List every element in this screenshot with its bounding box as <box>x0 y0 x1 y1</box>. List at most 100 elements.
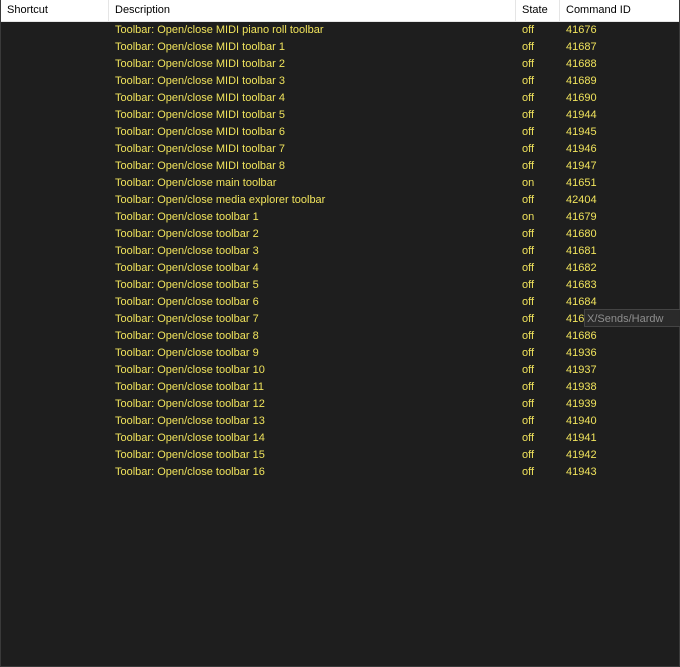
cell-description: Toolbar: Open/close MIDI toolbar 7 <box>115 143 285 155</box>
cell-description: Toolbar: Open/close toolbar 11 <box>115 381 264 393</box>
cell-description: Toolbar: Open/close MIDI toolbar 2 <box>115 58 285 70</box>
cell-description: Toolbar: Open/close MIDI toolbar 8 <box>115 160 285 172</box>
cell-description: Toolbar: Open/close toolbar 15 <box>115 449 265 461</box>
table-row[interactable]: Toolbar: Open/close MIDI toolbar 4 off 416… <box>1 90 679 107</box>
cell-command-id: 41682 <box>566 262 597 274</box>
cell-state: off <box>522 126 535 138</box>
table-row[interactable]: Toolbar: Open/close MIDI piano roll tool… <box>1 22 679 39</box>
table-row[interactable]: Toolbar: Open/close MIDI toolbar 7 off 419… <box>1 141 679 158</box>
column-header-command-id[interactable]: Command ID <box>560 0 679 21</box>
cell-state: off <box>522 313 535 325</box>
table-row[interactable]: Toolbar: Open/close MIDI toolbar 3 off 416… <box>1 73 679 90</box>
cell-state: off <box>522 432 535 444</box>
cell-command-id: 41680 <box>566 228 597 240</box>
table-row[interactable]: Toolbar: Open/close toolbar 9 off 41936 <box>1 345 679 362</box>
table-row[interactable]: Toolbar: Open/close toolbar 6 off 41684 <box>1 294 679 311</box>
column-header-state[interactable]: State <box>516 0 560 21</box>
cell-description: Toolbar: Open/close MIDI toolbar 6 <box>115 126 285 138</box>
cell-state: off <box>522 109 535 121</box>
table-row[interactable]: Toolbar: Open/close media explorer toolb… <box>1 192 679 209</box>
table-row[interactable]: Toolbar: Open/close MIDI toolbar 2 off 416… <box>1 56 679 73</box>
table-row[interactable]: Toolbar: Open/close toolbar 2 off 41680 <box>1 226 679 243</box>
cell-description: Toolbar: Open/close toolbar 4 <box>115 262 259 274</box>
cell-description: Toolbar: Open/close toolbar 2 <box>115 228 259 240</box>
cell-shortcut <box>8 447 108 464</box>
cell-state: off <box>522 160 535 172</box>
cell-state: off <box>522 24 535 36</box>
cell-command-id: 41937 <box>566 364 597 376</box>
cell-state: off <box>522 398 535 410</box>
cell-state: off <box>522 296 535 308</box>
cell-state: off <box>522 58 535 70</box>
table-row[interactable]: Toolbar: Open/close toolbar 3 off 41681 <box>1 243 679 260</box>
table-row[interactable]: Toolbar: Open/close MIDI toolbar 5 off 419… <box>1 107 679 124</box>
cell-description: Toolbar: Open/close MIDI toolbar 4 <box>115 92 285 104</box>
table-row[interactable]: Toolbar: Open/close toolbar 10 off 41937 <box>1 362 679 379</box>
table-row[interactable]: Toolbar: Open/close toolbar 1 on 41679 <box>1 209 679 226</box>
column-header-shortcut[interactable]: Shortcut <box>1 0 109 21</box>
cell-description: Toolbar: Open/close toolbar 14 <box>115 432 265 444</box>
cell-state: off <box>522 143 535 155</box>
sort-ascending-icon: ^ <box>306 0 316 4</box>
cell-shortcut <box>8 192 108 209</box>
cell-description: Toolbar: Open/close MIDI piano roll tool… <box>115 24 324 36</box>
cell-command-id: 41947 <box>566 160 597 172</box>
table-row[interactable]: Toolbar: Open/close toolbar 13 off 41940 <box>1 413 679 430</box>
cell-shortcut <box>8 311 108 328</box>
cell-command-id: 41688 <box>566 58 597 70</box>
table-row[interactable]: Toolbar: Open/close toolbar 7 off 41685 <box>1 311 679 328</box>
cell-command-id: 41944 <box>566 109 597 121</box>
cell-state: off <box>522 415 535 427</box>
table-row[interactable]: Toolbar: Open/close toolbar 16 off 41943 <box>1 464 679 481</box>
table-row[interactable]: Toolbar: Open/close toolbar 15 off 41942 <box>1 447 679 464</box>
cell-state: on <box>522 177 535 189</box>
cell-shortcut <box>8 56 108 73</box>
cell-description: Toolbar: Open/close toolbar 6 <box>115 296 259 308</box>
table-row[interactable]: Toolbar: Open/close main toolbar on 41651 <box>1 175 679 192</box>
cell-shortcut <box>8 39 108 56</box>
cell-command-id: 41936 <box>566 347 597 359</box>
cell-shortcut <box>8 413 108 430</box>
cell-shortcut <box>8 328 108 345</box>
table-row[interactable]: Toolbar: Open/close toolbar 12 off 41939 <box>1 396 679 413</box>
cell-command-id: 41940 <box>566 415 597 427</box>
cell-shortcut <box>8 158 108 175</box>
cell-state: off <box>522 381 535 393</box>
cell-shortcut <box>8 107 108 124</box>
cell-state: off <box>522 92 535 104</box>
cell-shortcut <box>8 124 108 141</box>
cell-shortcut <box>8 175 108 192</box>
table-row[interactable]: Toolbar: Open/close MIDI toolbar 6 off 419… <box>1 124 679 141</box>
action-list[interactable]: Shortcut Description State Command ID ^ … <box>0 0 680 667</box>
cell-description: Toolbar: Open/close MIDI toolbar 3 <box>115 75 285 87</box>
cell-shortcut <box>8 243 108 260</box>
cell-state: off <box>522 364 535 376</box>
cell-description: Toolbar: Open/close toolbar 8 <box>115 330 259 342</box>
table-row[interactable]: Toolbar: Open/close toolbar 8 off 41686 <box>1 328 679 345</box>
table-row[interactable]: Toolbar: Open/close toolbar 5 off 41683 <box>1 277 679 294</box>
table-row[interactable]: Toolbar: Open/close toolbar 4 off 41682 <box>1 260 679 277</box>
cell-shortcut <box>8 141 108 158</box>
cell-state: off <box>522 228 535 240</box>
cell-description: Toolbar: Open/close toolbar 5 <box>115 279 259 291</box>
cell-shortcut <box>8 379 108 396</box>
cell-command-id: 41679 <box>566 211 597 223</box>
cell-command-id: 41651 <box>566 177 597 189</box>
cell-description: Toolbar: Open/close toolbar 12 <box>115 398 265 410</box>
cell-shortcut <box>8 22 108 39</box>
cell-state: off <box>522 41 535 53</box>
table-row[interactable]: Toolbar: Open/close MIDI toolbar 1 off 416… <box>1 39 679 56</box>
cell-state: off <box>522 245 535 257</box>
cell-state: off <box>522 279 535 291</box>
cell-shortcut <box>8 260 108 277</box>
table-row[interactable]: Toolbar: Open/close toolbar 14 off 41941 <box>1 430 679 447</box>
cell-shortcut <box>8 345 108 362</box>
cell-state: off <box>522 194 535 206</box>
cell-command-id: 41686 <box>566 330 597 342</box>
cell-shortcut <box>8 396 108 413</box>
cell-description: Toolbar: Open/close toolbar 7 <box>115 313 259 325</box>
cell-state: off <box>522 347 535 359</box>
cell-shortcut <box>8 73 108 90</box>
table-row[interactable]: Toolbar: Open/close MIDI toolbar 8 off 419… <box>1 158 679 175</box>
table-row[interactable]: Toolbar: Open/close toolbar 11 off 41938 <box>1 379 679 396</box>
